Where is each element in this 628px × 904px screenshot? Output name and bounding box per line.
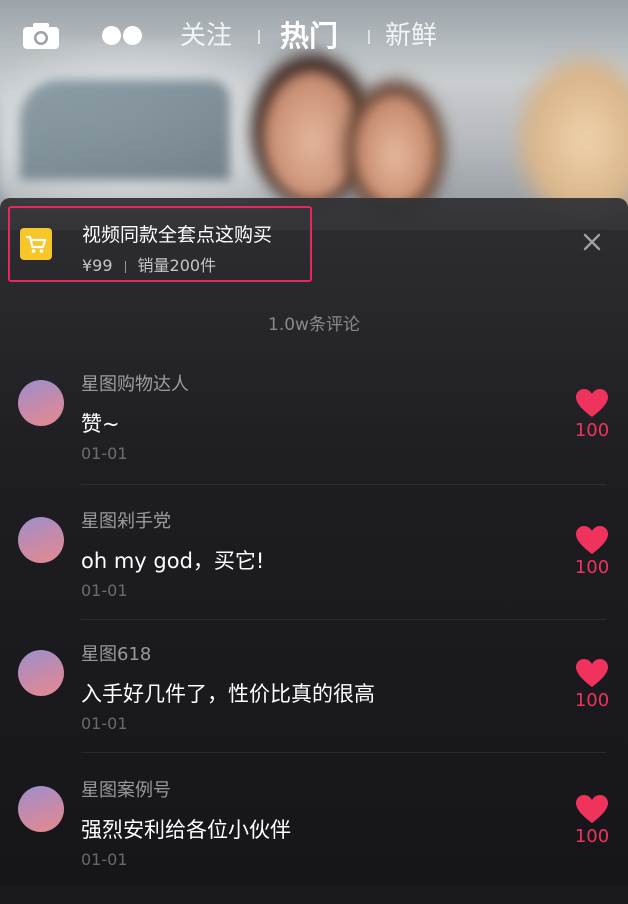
comment-item: 星图案例号 强烈安利给各位小伙伴 01-01 100 bbox=[0, 768, 628, 904]
product-title: 视频同款全套点这购买 bbox=[82, 224, 273, 246]
tab-new[interactable]: 新鲜 bbox=[385, 16, 437, 56]
cart-icon bbox=[20, 228, 52, 260]
comment-text: 强烈安利给各位小伙伴 bbox=[81, 818, 291, 842]
like-button[interactable]: 100 bbox=[572, 794, 612, 847]
comment-username[interactable]: 星图案例号 bbox=[81, 776, 171, 802]
top-navigation: 关注 热门 新鲜 bbox=[0, 0, 628, 70]
product-card[interactable]: 视频同款全套点这购买 ¥99 销量200件 bbox=[8, 206, 312, 282]
heart-icon bbox=[576, 795, 608, 823]
avatar[interactable] bbox=[18, 380, 64, 426]
comment-date: 01-01 bbox=[81, 714, 128, 733]
comment-text: 入手好几件了，性价比真的很高 bbox=[81, 682, 375, 706]
comment-item: 星图剁手党 oh my god，买它! 01-01 100 bbox=[0, 499, 628, 635]
video-car-window-blur bbox=[20, 80, 230, 180]
product-sales: 销量200件 bbox=[137, 256, 217, 275]
avatar[interactable] bbox=[18, 517, 64, 563]
heart-icon bbox=[576, 659, 608, 687]
divider bbox=[81, 484, 606, 485]
video-person-face bbox=[520, 60, 628, 220]
like-button[interactable]: 100 bbox=[572, 658, 612, 711]
comment-date: 01-01 bbox=[81, 850, 128, 869]
comment-username[interactable]: 星图618 bbox=[81, 640, 151, 666]
comment-count: 1.0w条评论 bbox=[268, 315, 360, 335]
product-price: ¥99 bbox=[82, 256, 113, 275]
like-button[interactable]: 100 bbox=[572, 525, 612, 578]
divider bbox=[81, 619, 606, 620]
avatar[interactable] bbox=[18, 650, 64, 696]
comment-username[interactable]: 星图购物达人 bbox=[81, 370, 189, 396]
divider bbox=[81, 752, 606, 753]
like-button[interactable]: 100 bbox=[572, 388, 612, 441]
heart-icon bbox=[576, 526, 608, 554]
camera-icon[interactable] bbox=[22, 22, 60, 50]
tab-hot[interactable]: 热门 bbox=[280, 16, 338, 56]
like-count: 100 bbox=[574, 690, 610, 711]
product-meta: ¥99 销量200件 bbox=[82, 252, 216, 276]
dots-icon[interactable] bbox=[102, 26, 142, 46]
comment-date: 01-01 bbox=[81, 444, 128, 463]
comment-text: oh my god，买它! bbox=[81, 549, 265, 573]
comment-panel: 视频同款全套点这购买 ¥99 销量200件 1.0w条评论 星图购物达人 赞~ 0… bbox=[0, 198, 628, 886]
like-count: 100 bbox=[574, 557, 610, 578]
avatar[interactable] bbox=[18, 786, 64, 832]
comment-username[interactable]: 星图剁手党 bbox=[81, 507, 171, 533]
tab-separator bbox=[368, 30, 370, 44]
tab-follow[interactable]: 关注 bbox=[180, 16, 232, 56]
like-count: 100 bbox=[574, 826, 610, 847]
comment-item: 星图618 入手好几件了，性价比真的很高 01-01 100 bbox=[0, 632, 628, 768]
comment-item: 星图购物达人 赞~ 01-01 100 bbox=[0, 362, 628, 498]
video-person-face bbox=[355, 95, 435, 205]
close-icon[interactable] bbox=[578, 228, 606, 256]
heart-icon bbox=[576, 389, 608, 417]
comment-date: 01-01 bbox=[81, 581, 128, 600]
comment-text: 赞~ bbox=[81, 412, 120, 436]
meta-divider bbox=[124, 260, 126, 273]
like-count: 100 bbox=[574, 420, 610, 441]
tab-separator bbox=[258, 30, 260, 44]
